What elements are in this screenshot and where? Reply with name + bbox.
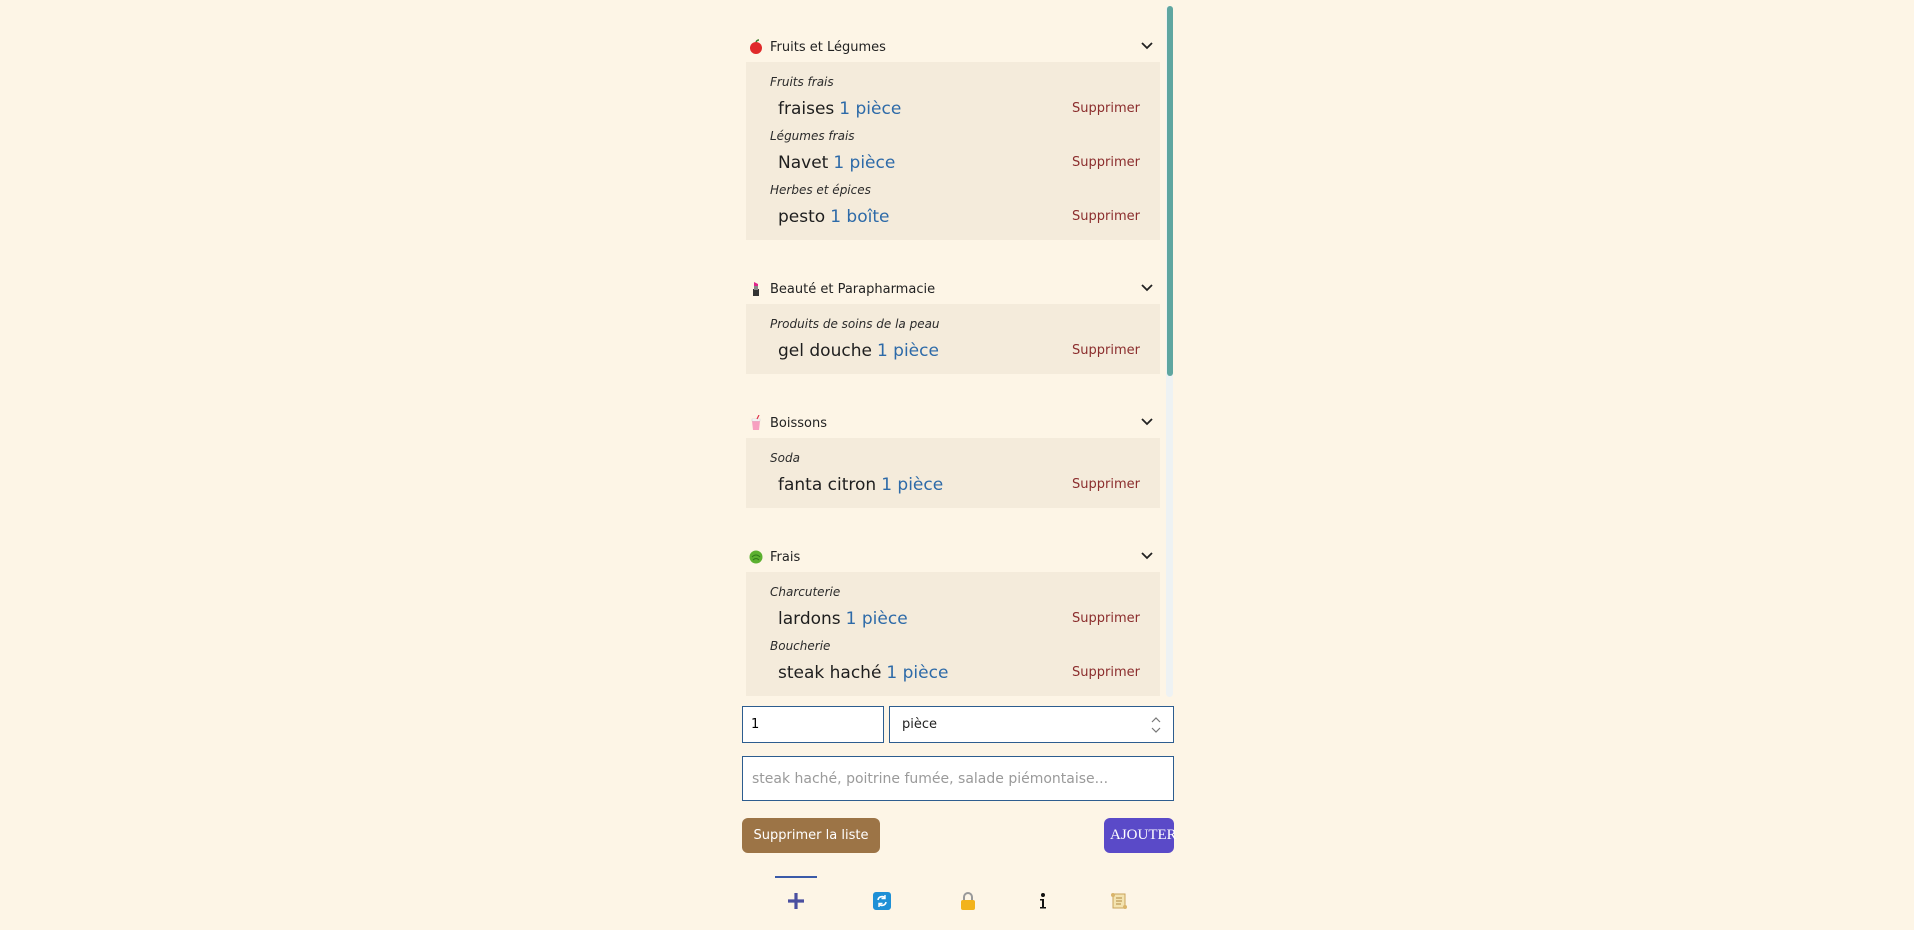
apple-icon (748, 39, 764, 55)
category-boissons: Boissons Soda fanta citron 1 pièce Suppri… (746, 408, 1160, 508)
category-content: Soda fanta citron 1 pièce Supprimer (746, 438, 1160, 508)
info-icon (1040, 893, 1046, 909)
list-item: fraises 1 pièce Supprimer (746, 92, 1160, 126)
item-quantity: 1 pièce (876, 341, 939, 361)
scrollbar-thumb[interactable] (1167, 6, 1173, 376)
item-name: steak haché (778, 663, 882, 683)
delete-item-button[interactable]: Supprimer (1072, 92, 1140, 126)
item-quantity: 1 boîte (830, 207, 890, 227)
category-content: Fruits frais fraises 1 pièce Supprimer Lé… (746, 62, 1160, 240)
lipstick-icon (748, 281, 764, 297)
delete-item-button[interactable]: Supprimer (1072, 334, 1140, 368)
lock-icon (961, 892, 975, 910)
category-frais: Frais Charcuterie lardons 1 pièce Supprim… (746, 542, 1160, 696)
chevron-down-icon[interactable] (1140, 417, 1154, 427)
category-beaute-parapharmacie: Beauté et Parapharmacie Produits de soin… (746, 274, 1160, 374)
nav-info-tab[interactable] (1021, 876, 1065, 926)
delete-item-button[interactable]: Supprimer (1072, 146, 1140, 180)
nav-add-tab[interactable] (774, 876, 818, 926)
category-title: Boissons (770, 415, 827, 431)
subcategory-label: Soda (770, 451, 800, 465)
item-name: fanta citron (778, 475, 877, 495)
quantity-unit-row: pièce (742, 706, 1174, 743)
add-button[interactable]: AJOUTER (1104, 818, 1177, 853)
category-fruits-legumes: Fruits et Légumes Fruits frais fraises 1 … (746, 32, 1160, 240)
select-arrows-icon (1151, 717, 1161, 733)
delete-item-button[interactable]: Supprimer (1072, 602, 1140, 636)
category-title: Fruits et Légumes (770, 39, 886, 55)
category-content: Charcuterie lardons 1 pièce Supprimer Bou… (746, 572, 1160, 696)
subcategory-label: Boucherie (770, 639, 831, 653)
lettuce-icon (748, 549, 764, 565)
list-item: Navet 1 pièce Supprimer (746, 146, 1160, 180)
subcategory-label: Charcuterie (770, 585, 841, 599)
category-title: Beauté et Parapharmacie (770, 281, 936, 297)
sync-icon (873, 892, 891, 910)
shopping-list[interactable]: Fruits et Légumes Fruits frais fraises 1 … (742, 0, 1174, 697)
nav-lock-tab[interactable] (946, 876, 990, 926)
category-header[interactable]: Frais (746, 542, 1160, 572)
list-item: steak haché 1 pièce Supprimer (746, 656, 1160, 690)
delete-item-button[interactable]: Supprimer (1072, 656, 1140, 690)
item-name: gel douche (778, 341, 872, 361)
item-quantity: 1 pièce (845, 609, 908, 629)
shopping-list-app: Fruits et Légumes Fruits frais fraises 1 … (742, 0, 1177, 930)
delete-item-button[interactable]: Supprimer (1072, 200, 1140, 234)
item-quantity: 1 pièce (881, 475, 944, 495)
subcategory-label: Légumes frais (770, 129, 855, 143)
category-header[interactable]: Fruits et Légumes (746, 32, 1160, 62)
chevron-down-icon[interactable] (1140, 41, 1154, 51)
item-quantity: 1 pièce (886, 663, 949, 683)
subcategory-label: Produits de soins de la peau (770, 317, 940, 331)
bottom-nav (742, 876, 1174, 930)
subcategory-label: Herbes et épices (770, 183, 871, 197)
category-title: Frais (770, 549, 801, 565)
unit-select[interactable]: pièce (889, 706, 1174, 743)
list-item: fanta citron 1 pièce Supprimer (746, 468, 1160, 502)
item-name: lardons (778, 609, 841, 629)
item-name: fraises (778, 99, 835, 119)
category-header[interactable]: Boissons (746, 408, 1160, 438)
plus-icon (788, 893, 804, 909)
list-item: lardons 1 pièce Supprimer (746, 602, 1160, 636)
list-item: gel douche 1 pièce Supprimer (746, 334, 1160, 368)
category-header[interactable]: Beauté et Parapharmacie (746, 274, 1160, 304)
quantity-input[interactable] (742, 706, 884, 743)
item-quantity: 1 pièce (833, 153, 896, 173)
delete-item-button[interactable]: Supprimer (1072, 468, 1140, 502)
category-content: Produits de soins de la peau gel douche 1… (746, 304, 1160, 374)
chevron-down-icon[interactable] (1140, 283, 1154, 293)
item-name: Navet (778, 153, 829, 173)
item-name: pesto (778, 207, 826, 227)
subcategory-label: Fruits frais (770, 75, 834, 89)
unit-select-value: pièce (902, 717, 938, 732)
product-input[interactable] (742, 756, 1174, 801)
chevron-down-icon[interactable] (1140, 551, 1154, 561)
clear-list-button[interactable]: Supprimer la liste (742, 818, 880, 853)
nav-scroll-tab[interactable] (1097, 876, 1141, 926)
list-item: pesto 1 boîte Supprimer (746, 200, 1160, 234)
nav-sync-tab[interactable] (860, 876, 904, 926)
cup-with-straw-icon (748, 414, 764, 431)
scroll-icon (1111, 893, 1127, 909)
item-quantity: 1 pièce (839, 99, 902, 119)
